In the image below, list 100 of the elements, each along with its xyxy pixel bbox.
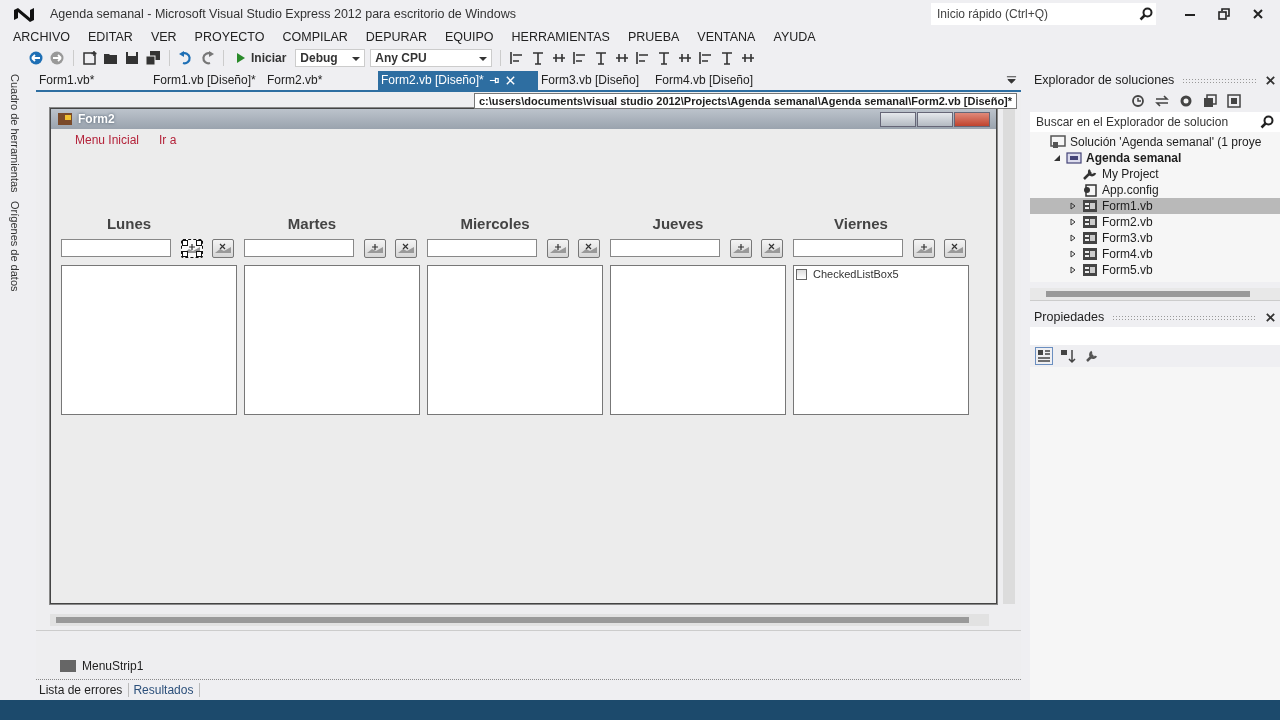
- tab-list-icon[interactable]: [1006, 74, 1017, 85]
- list-box[interactable]: CheckedListBox5: [793, 265, 969, 415]
- save-all-icon[interactable]: [145, 50, 161, 66]
- history-icon[interactable]: [1130, 93, 1146, 109]
- redo-icon[interactable]: [199, 50, 215, 66]
- delete-button[interactable]: [944, 238, 966, 258]
- image-icon: [915, 242, 933, 254]
- collapse-icon[interactable]: [1202, 93, 1218, 109]
- window-title: Agenda semanal - Microsoft Visual Studio Express 2012 para escritorio de Windows: [50, 7, 516, 21]
- close-icon[interactable]: [1252, 8, 1264, 20]
- document-tab[interactable]: Form1.vb [Diseño]*: [150, 71, 264, 90]
- menu-item[interactable]: DEPURAR: [356, 30, 436, 44]
- undo-icon[interactable]: [178, 50, 194, 66]
- delete-button[interactable]: [395, 238, 417, 258]
- text-field[interactable]: [427, 239, 537, 257]
- document-tab[interactable]: Form2.vb*: [264, 71, 378, 90]
- quick-launch-field[interactable]: Inicio rápido (Ctrl+Q): [931, 3, 1136, 25]
- tree-item[interactable]: Form3.vb: [1030, 230, 1280, 246]
- tree-item[interactable]: My Project: [1030, 166, 1280, 182]
- start-button[interactable]: Iniciar: [232, 51, 291, 65]
- horizontal-scrollbar[interactable]: [1030, 288, 1280, 301]
- document-tab[interactable]: Form2.vb [Diseño]*: [378, 71, 538, 90]
- form-icon: [1082, 263, 1098, 277]
- document-tab[interactable]: Form1.vb*: [36, 71, 150, 90]
- wrench-icon: [1082, 167, 1098, 181]
- menu-item[interactable]: HERRAMIENTAS: [502, 30, 619, 44]
- collapsed-arrow-icon[interactable]: [1069, 218, 1077, 226]
- form-title: Form2: [78, 112, 115, 126]
- delete-button[interactable]: [578, 238, 600, 258]
- menu-strip-icon: [60, 660, 76, 672]
- tree-item[interactable]: Form1.vb: [1030, 198, 1280, 214]
- project-icon: [1066, 151, 1082, 165]
- tree-item[interactable]: Agenda semanal: [1030, 150, 1280, 166]
- new-project-icon[interactable]: [82, 50, 98, 66]
- expanded-arrow-icon[interactable]: [1053, 154, 1061, 162]
- tree-item[interactable]: Form5.vb: [1030, 262, 1280, 278]
- close-icon[interactable]: [1265, 311, 1276, 323]
- menu-item[interactable]: VENTANA: [688, 30, 765, 44]
- close-icon[interactable]: [1265, 74, 1276, 86]
- categorized-icon[interactable]: [1036, 348, 1052, 364]
- forward-icon[interactable]: [49, 50, 65, 66]
- form-icon: [1082, 215, 1098, 229]
- tree-item[interactable]: Form4.vb: [1030, 246, 1280, 262]
- minimize-icon: [880, 111, 916, 127]
- wrench-icon[interactable]: [1084, 348, 1100, 364]
- search-icon: [1136, 3, 1156, 25]
- vertical-scrollbar[interactable]: [1003, 106, 1015, 604]
- menu-item[interactable]: VER: [141, 30, 186, 44]
- refresh-icon[interactable]: [1178, 93, 1194, 109]
- form-menu-item[interactable]: Ir a: [159, 133, 177, 149]
- text-field[interactable]: [793, 239, 903, 257]
- list-box[interactable]: [427, 265, 603, 415]
- text-field[interactable]: [610, 239, 720, 257]
- menu-item[interactable]: PROYECTO: [185, 30, 274, 44]
- save-icon[interactable]: [124, 50, 140, 66]
- document-tab[interactable]: Form4.vb [Diseño]: [652, 71, 766, 90]
- menu-item[interactable]: PRUEBA: [618, 30, 689, 44]
- delete-button[interactable]: [212, 238, 234, 258]
- output-tab[interactable]: Resultados: [133, 683, 201, 697]
- configuration-dropdown[interactable]: Debug: [295, 49, 366, 67]
- tree-item[interactable]: Solución 'Agenda semanal' (1 proye: [1030, 134, 1280, 150]
- restore-icon[interactable]: [1218, 8, 1230, 20]
- platform-dropdown[interactable]: Any CPU: [370, 49, 493, 67]
- search-field[interactable]: Buscar en el Explorador de solucion: [1030, 112, 1254, 132]
- side-tab[interactable]: Cuadro de herramientas: [9, 74, 21, 193]
- properties-icon[interactable]: [1226, 93, 1242, 109]
- collapsed-arrow-icon[interactable]: [1069, 202, 1077, 210]
- image-icon: [580, 242, 598, 254]
- list-box[interactable]: [610, 265, 786, 415]
- tree-item[interactable]: App.config: [1030, 182, 1280, 198]
- output-tab[interactable]: Lista de errores: [39, 683, 130, 697]
- sort-icon[interactable]: [1060, 348, 1076, 364]
- menu-item[interactable]: AYUDA: [764, 30, 825, 44]
- menu-item[interactable]: COMPILAR: [273, 30, 357, 44]
- tray-component[interactable]: MenuStrip1: [82, 659, 144, 673]
- list-box[interactable]: [61, 265, 237, 415]
- text-field[interactable]: [244, 239, 354, 257]
- sync-icon[interactable]: [1154, 93, 1170, 109]
- back-icon[interactable]: [28, 50, 44, 66]
- maximize-icon: [917, 111, 953, 127]
- menu-item[interactable]: EDITAR: [78, 30, 142, 44]
- menu-item[interactable]: ARCHIVO: [4, 30, 79, 44]
- panel-title: Explorador de soluciones: [1034, 73, 1175, 87]
- add-button[interactable]: [181, 238, 203, 258]
- form-menu-item[interactable]: Menu Inicial: [75, 133, 140, 149]
- document-tab[interactable]: Form3.vb [Diseño]: [538, 71, 652, 90]
- collapsed-arrow-icon[interactable]: [1069, 234, 1077, 242]
- menu-item[interactable]: EQUIPO: [435, 30, 503, 44]
- day-label: Viernes: [834, 215, 888, 234]
- day-label: Lunes: [106, 215, 152, 234]
- collapsed-arrow-icon[interactable]: [1069, 250, 1077, 258]
- day-label: Martes: [287, 215, 337, 234]
- list-box[interactable]: [244, 265, 420, 415]
- tree-item[interactable]: Form2.vb: [1030, 214, 1280, 230]
- horizontal-scrollbar[interactable]: [50, 614, 989, 626]
- config-file-icon: [1082, 183, 1098, 197]
- delete-button[interactable]: [761, 238, 783, 258]
- text-field[interactable]: [61, 239, 171, 257]
- side-tab[interactable]: Orígenes de datos: [9, 200, 21, 292]
- collapsed-arrow-icon[interactable]: [1069, 266, 1077, 274]
